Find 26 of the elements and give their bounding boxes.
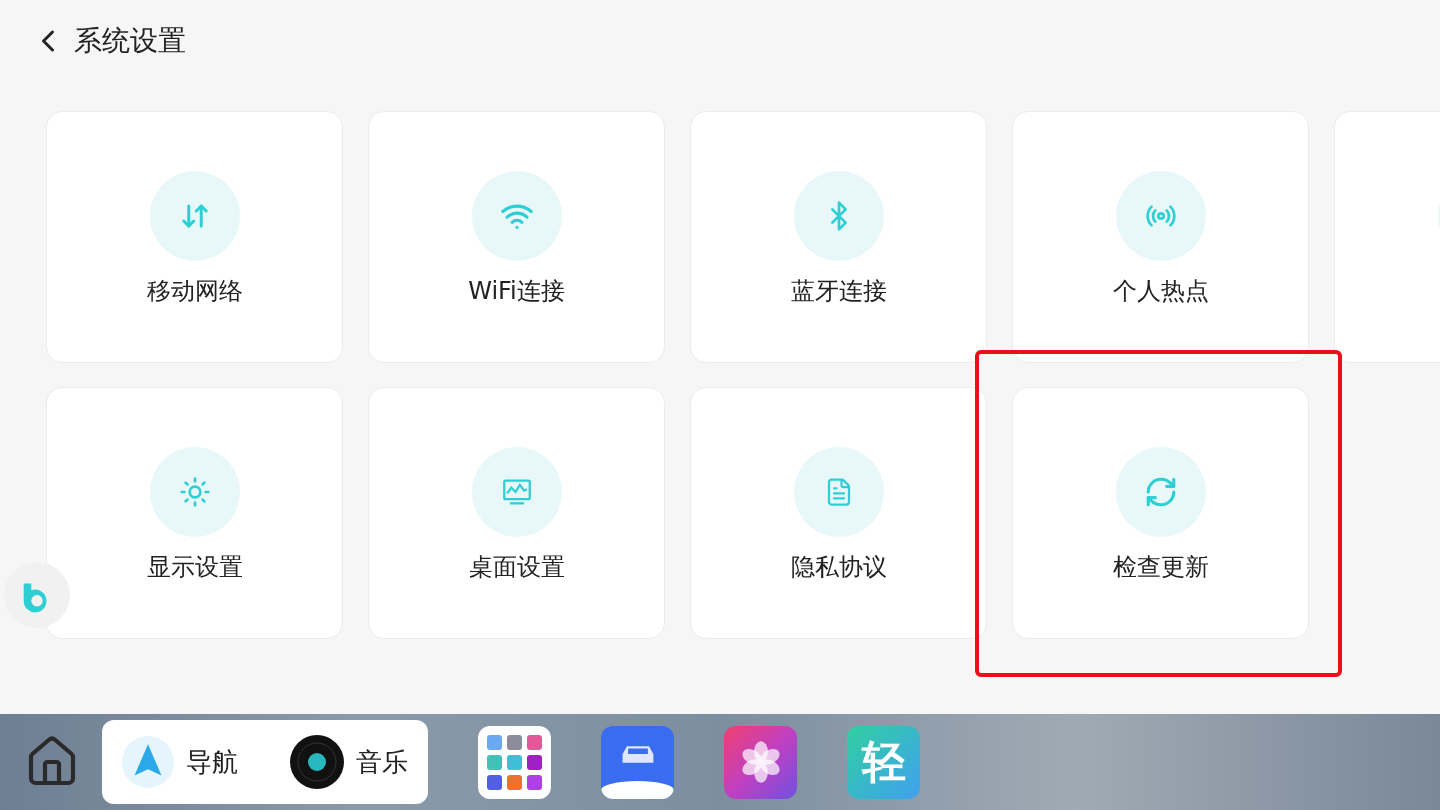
card-label: 个人热点 (1112, 276, 1209, 307)
card-label: WiFi连接 (468, 276, 565, 307)
sun-icon (178, 476, 211, 508)
card-label: 桌面设置 (468, 552, 565, 583)
page-title: 系统设置 (74, 23, 186, 59)
card-label: 检查更新 (1112, 552, 1209, 583)
widget-label[interactable]: 音乐 (356, 742, 408, 782)
settings-card[interactable]: 蓝牙连接 (690, 111, 987, 363)
vinyl-record-icon[interactable] (290, 735, 344, 789)
settings-card[interactable]: WiFi连接 (368, 111, 665, 363)
card-label: 移动网络 (146, 276, 243, 307)
settings-card[interactable]: 检查更新 (1012, 387, 1309, 639)
settings-card[interactable]: 移动网络 (46, 111, 343, 363)
navigation-icon[interactable] (122, 736, 174, 788)
settings-card[interactable]: 桌面设置 (368, 387, 665, 639)
gallery-app-icon[interactable] (724, 725, 797, 799)
widget-label[interactable]: 导航 (186, 742, 238, 782)
settings-card[interactable]: 隐私协议 (690, 387, 987, 639)
card-label: 蓝牙连接 (790, 276, 887, 307)
car-app-icon[interactable] (601, 725, 674, 799)
settings-card[interactable]: 显示设置 (46, 387, 343, 639)
card-label: 隐私协议 (790, 552, 887, 583)
settings-card[interactable]: 个人热点 (1012, 111, 1309, 363)
card-label: 显示设置 (146, 552, 243, 583)
up-down-arrows-icon (179, 201, 210, 231)
app-folder-icon[interactable] (478, 725, 551, 799)
